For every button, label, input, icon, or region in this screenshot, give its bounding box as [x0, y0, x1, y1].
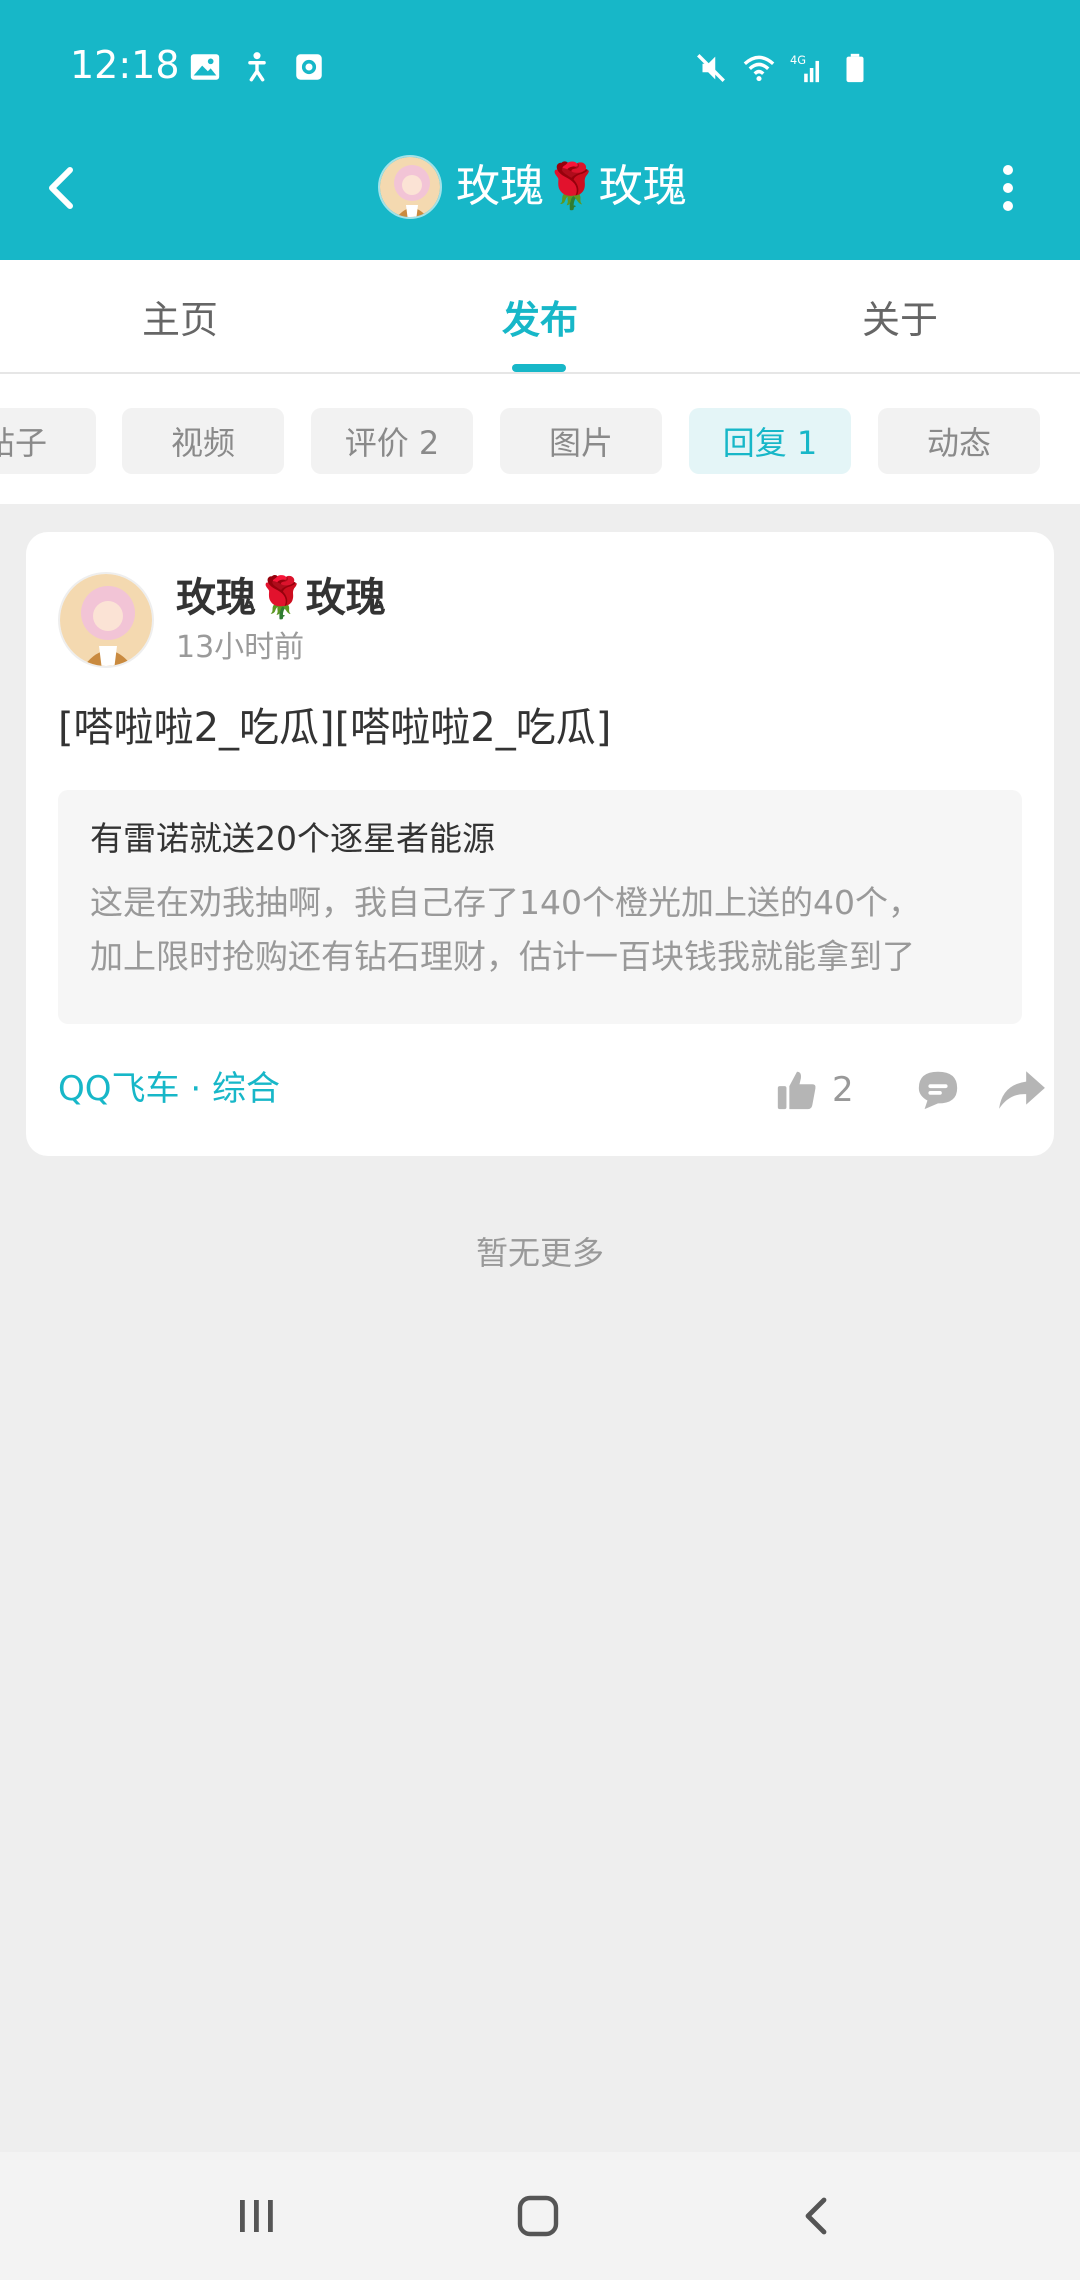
comment-icon: [918, 1071, 958, 1110]
system-back-button[interactable]: [758, 2176, 878, 2256]
tab-posts[interactable]: 发布: [360, 260, 720, 372]
svg-text:4G: 4G: [790, 53, 806, 67]
recents-icon: [240, 2200, 273, 2232]
quoted-post[interactable]: 有雷诺就送20个逐星者能源 这是在劝我抽啊，我自己存了140个橙光加上送的40个…: [58, 790, 1022, 1024]
chip-activity[interactable]: 动态: [878, 408, 1040, 474]
title-bar: 玫瑰🌹玫瑰: [0, 134, 1080, 260]
recorder-icon: [296, 54, 322, 80]
recents-button[interactable]: [196, 2176, 316, 2256]
wifi-icon: [743, 55, 775, 82]
chevron-left-icon: [49, 167, 73, 209]
avatar-image: [380, 157, 440, 217]
accessibility-icon: [248, 52, 266, 82]
like-count: 2: [832, 1070, 854, 1110]
share-button[interactable]: [994, 1064, 1050, 1116]
status-left-icons: [188, 50, 326, 86]
forum-link[interactable]: QQ飞车 · 综合: [58, 1066, 280, 1112]
user-avatar[interactable]: [378, 155, 442, 219]
chip-images[interactable]: 图片: [500, 408, 662, 474]
post-card[interactable]: 玫瑰🌹玫瑰 13小时前 [嗒啦啦2_吃瓜][嗒啦啦2_吃瓜] 有雷诺就送20个逐…: [26, 532, 1054, 1156]
mute-icon: [697, 54, 725, 82]
avatar-image: [60, 574, 152, 666]
quoted-post-body: 这是在劝我抽啊，我自己存了140个橙光加上送的40个， 加上限时抢购还有钻石理财…: [90, 876, 990, 984]
status-bar: 12:18 4G: [0, 0, 1080, 134]
profile-tabs: 主页 发布 关于: [0, 260, 1080, 374]
status-right-icons: 4G: [694, 48, 872, 88]
quoted-post-title: 有雷诺就送20个逐星者能源: [90, 819, 495, 858]
post-timestamp: 13小时前: [176, 630, 305, 665]
app-header: 12:18 4G 玫瑰🌹玫瑰: [0, 0, 1080, 260]
end-of-list-text: 暂无更多: [475, 1234, 604, 1272]
like-button[interactable]: 2: [774, 1064, 854, 1116]
system-nav-bar: [0, 2152, 1080, 2280]
quoted-post-line-1: 这是在劝我抽啊，我自己存了140个橙光加上送的40个，: [90, 883, 921, 922]
chip-replies[interactable]: 回复 1: [689, 408, 851, 474]
status-time: 12:18: [70, 43, 180, 87]
more-options-button[interactable]: [980, 156, 1036, 220]
page-title: 玫瑰🌹玫瑰: [456, 161, 687, 212]
post-author-avatar[interactable]: [58, 572, 154, 668]
thumbs-up-icon: [777, 1071, 816, 1110]
tab-home[interactable]: 主页: [0, 260, 360, 372]
image-icon: [190, 54, 220, 80]
home-button[interactable]: [478, 2176, 598, 2256]
post-footer: QQ飞车 · 综合 2: [58, 1056, 1045, 1126]
active-tab-indicator: [512, 364, 566, 372]
quoted-post-line-2: 加上限时抢购还有钻石理财，估计一百块钱我就能拿到了: [90, 937, 915, 976]
post-author-name[interactable]: 玫瑰🌹玫瑰: [176, 572, 386, 624]
chip-reviews[interactable]: 评价 2: [311, 408, 473, 474]
chip-videos[interactable]: 视频: [122, 408, 284, 474]
back-icon: [805, 2197, 827, 2235]
more-vertical-icon: [1003, 165, 1013, 175]
filter-chips: 帖子 视频 评价 2 图片 回复 1 动态: [0, 374, 1080, 504]
battery-icon: [846, 53, 864, 83]
signal-4g-icon: 4G: [790, 53, 820, 83]
share-icon: [999, 1071, 1045, 1109]
tab-about[interactable]: 关于: [720, 260, 1080, 372]
comment-button[interactable]: [912, 1064, 964, 1116]
home-icon: [517, 2195, 559, 2237]
chip-threads[interactable]: 帖子: [0, 408, 96, 474]
back-button[interactable]: [28, 156, 92, 220]
post-content: [嗒啦啦2_吃瓜][嗒啦啦2_吃瓜]: [58, 705, 612, 751]
title-group[interactable]: 玫瑰🌹玫瑰: [378, 152, 687, 222]
